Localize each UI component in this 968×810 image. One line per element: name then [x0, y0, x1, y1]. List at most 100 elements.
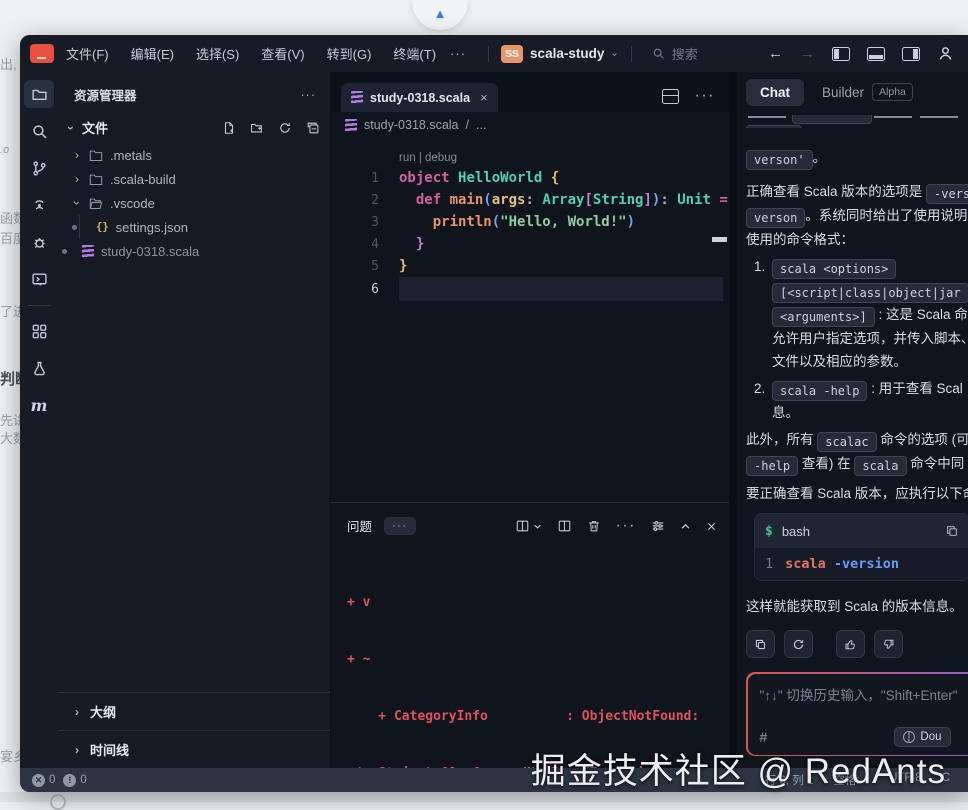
outline-section[interactable]: › 大纲 [58, 692, 330, 730]
menu-edit[interactable]: 编辑(E) [131, 44, 174, 63]
bg-text-fragment: 宴乡 [0, 746, 20, 765]
menu-file[interactable]: 文件(F) [66, 44, 109, 63]
sidebar-more-button[interactable]: ··· [301, 88, 317, 102]
title-bar: 文件(F) 编辑(E) 选择(S) 查看(V) 转到(G) 终端(T) ··· … [20, 35, 968, 72]
search-placeholder: 搜索 [672, 44, 698, 63]
split-editor-icon[interactable] [662, 89, 679, 104]
message-line: verson。系统同时给出了使用说明， [746, 204, 968, 228]
thumbs-down-button[interactable] [874, 630, 903, 658]
chevron-down-icon: › [64, 123, 78, 133]
line-number: 1 [331, 171, 379, 186]
chevron-right-icon: › [72, 172, 82, 186]
back-button[interactable]: ← [768, 45, 783, 62]
split-terminal-button[interactable] [515, 519, 542, 533]
console-icon[interactable] [24, 265, 54, 293]
menu-terminal[interactable]: 终端(T) [393, 44, 436, 63]
file-row-scala-build[interactable]: › .scala-build [58, 167, 330, 191]
metals-icon[interactable]: m [24, 391, 54, 419]
bg-text-fragment: 大数 [0, 428, 20, 447]
debug-icon[interactable] [24, 228, 54, 256]
copy-response-button[interactable] [746, 630, 775, 658]
account-icon[interactable] [937, 45, 954, 62]
panel-divider[interactable] [729, 72, 737, 768]
menu-more-button[interactable]: ··· [450, 46, 466, 61]
bg-text-fragment: 出, [0, 54, 20, 73]
file-row-study-scala[interactable]: study-0318.scala [58, 239, 330, 263]
copy-icon[interactable] [945, 524, 959, 538]
trash-icon[interactable] [587, 519, 601, 533]
chevron-right-icon: › [72, 148, 82, 162]
new-folder-icon[interactable] [250, 121, 264, 135]
code-block: $ bash 1scala -version [754, 513, 968, 581]
menu-select[interactable]: 选择(S) [196, 44, 239, 63]
list-item: 息。 [746, 401, 968, 424]
file-row-vscode[interactable]: › .vscode [58, 191, 330, 215]
menu-view[interactable]: 查看(V) [261, 44, 304, 63]
project-switcher[interactable]: scala-study [530, 46, 604, 61]
folder-icon [89, 149, 103, 162]
message-line: -help 查看) 在 scala 命令中同 [746, 452, 968, 476]
collapse-all-icon[interactable] [306, 121, 320, 135]
timeline-section[interactable]: › 时间线 [58, 730, 330, 768]
run-debug-codelens[interactable]: run | debug [399, 152, 729, 164]
message-line: 使用的命令格式： [746, 228, 968, 251]
list-item: 允许用户指定选项，并传入脚本、 [746, 327, 968, 350]
panel-more-button[interactable]: ··· [384, 517, 416, 535]
code-line: 1 object HelloWorld { [331, 167, 729, 189]
close-icon[interactable] [706, 521, 717, 532]
toggle-sidebar-icon[interactable] [832, 47, 850, 61]
source-control-icon[interactable] [24, 154, 54, 182]
json-icon: {} [96, 221, 109, 233]
tab-builder[interactable]: Builder [822, 85, 864, 100]
up-arrow-icon: ▲ [434, 7, 447, 20]
file-name: .scala-build [110, 172, 176, 187]
toggle-secondary-sidebar-icon[interactable] [902, 47, 920, 61]
explorer-icon[interactable] [24, 80, 54, 108]
menu-goto[interactable]: 转到(G) [327, 44, 372, 63]
thumbs-up-button[interactable] [836, 630, 865, 658]
list-item: 文件以及相应的参数。 [746, 350, 968, 373]
file-row-metals[interactable]: › .metals [58, 143, 330, 167]
problems-tab[interactable]: 问题 [347, 516, 372, 536]
test-flask-icon[interactable] [24, 354, 54, 382]
file-name: .vscode [110, 196, 155, 211]
message-line: 正确查看 Scala 版本的选项是 -version [746, 180, 968, 204]
search-icon[interactable] [24, 117, 54, 145]
file-row-settings-json[interactable]: {} settings.json [58, 215, 330, 239]
problems-status[interactable]: ✕0 !0 [32, 774, 87, 787]
toggle-panel-icon[interactable] [867, 47, 885, 61]
filter-sliders-icon[interactable] [651, 519, 665, 533]
chevron-down-icon: › [70, 198, 84, 208]
tab-chat[interactable]: Chat [746, 79, 804, 106]
close-icon[interactable]: × [480, 90, 488, 105]
code-editor[interactable]: run | debug 1 object HelloWorld { 2 def … [331, 138, 729, 502]
global-search[interactable]: 搜索 [652, 44, 698, 63]
forward-button[interactable]: → [800, 45, 815, 62]
remote-explorer-icon[interactable] [24, 191, 54, 219]
extensions-icon[interactable] [24, 317, 54, 345]
chat-messages[interactable]: verson'。 正确查看 Scala 版本的选项是 -version vers… [737, 115, 968, 756]
divider [631, 46, 632, 62]
list-item: <arguments>] : 这是 Scala 命 [746, 303, 968, 327]
panel-overflow-button[interactable]: ··· [616, 517, 636, 535]
folder-icon [89, 173, 103, 186]
terminal-output[interactable]: + v + ~ + CategoryInfo : ObjectNotFound:… [331, 549, 729, 768]
chevron-up-icon[interactable] [680, 521, 691, 532]
code-line: 4 } [331, 233, 729, 255]
breadcrumb[interactable]: study-0318.scala / ... [331, 112, 729, 138]
breadcrumb-file[interactable]: study-0318.scala [364, 118, 459, 132]
bottom-panel: 问题 ··· ··· [331, 502, 729, 768]
browser-collapse-notch[interactable]: ▲ [412, 0, 468, 30]
files-section-header[interactable]: › 文件 [58, 112, 330, 143]
split-panel-icon[interactable] [557, 519, 572, 533]
ide-window: 文件(F) 编辑(E) 选择(S) 查看(V) 转到(G) 终端(T) ··· … [20, 35, 968, 792]
editor-more-button[interactable]: ··· [695, 87, 715, 105]
app-logo-icon[interactable] [30, 44, 54, 63]
breadcrumb-more[interactable]: ... [476, 118, 486, 132]
refresh-icon[interactable] [278, 121, 292, 135]
bg-text-fragment: 了进 [0, 301, 20, 320]
new-file-icon[interactable] [222, 121, 236, 135]
regenerate-button[interactable] [784, 630, 813, 658]
warning-icon: ! [63, 774, 76, 787]
tab-study-scala[interactable]: study-0318.scala × [341, 83, 498, 112]
